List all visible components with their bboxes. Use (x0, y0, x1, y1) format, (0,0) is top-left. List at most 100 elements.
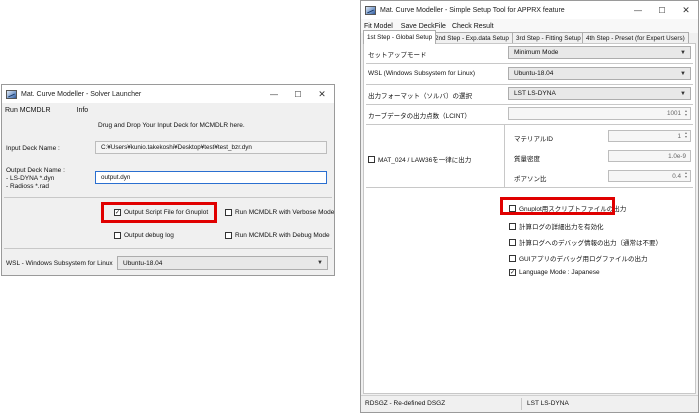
verbose-checkbox[interactable]: Run MCMDLR with Verbose Mode (225, 209, 334, 216)
divider (504, 124, 505, 187)
wsl-select[interactable]: Ubuntu-18.04 ▼ (117, 256, 328, 270)
poisson-value: 0.4 (672, 172, 681, 180)
menu-fit-model[interactable]: Fit Model (361, 23, 396, 30)
debug-mode-checkbox-label: Run MCMDLR with Debug Mode (235, 232, 330, 239)
output-deck-label: Output Deck Name : (6, 167, 65, 174)
menu-save-deckfile[interactable]: Save DeckFile (398, 23, 449, 30)
gnuplot-highlight (101, 202, 217, 223)
density-value: 1.0e-9 (668, 152, 686, 160)
solver-launcher-window: Mat. Curve Modeller - Solver Launcher — … (1, 84, 335, 276)
density-label: 質量密度 (514, 156, 540, 163)
tab-preset-expert[interactable]: 4th Step - Preset (for Expert Users) (582, 32, 689, 43)
spinner-arrows-icon[interactable]: ▲ ▼ (683, 108, 689, 119)
divider (366, 124, 693, 125)
language-checkbox-label: Language Mode : Japanese (519, 269, 600, 276)
debug-info-checkbox[interactable]: 計算ログへのデバッグ情報の出力（通常は不要） (509, 237, 662, 247)
material-id-label: マテリアルID (514, 136, 553, 143)
debug-log-checkbox[interactable]: Output debug log (114, 232, 174, 239)
language-checkbox[interactable]: ✓ Language Mode : Japanese (509, 269, 600, 276)
material-id-value: 1 (677, 132, 681, 140)
output-format-label: 出力フォーマット（ソルバ）の選択 (368, 93, 472, 100)
checkbox-box (114, 232, 121, 239)
checkbox-box (225, 232, 232, 239)
spinner-arrows-icon[interactable]: ▲ ▼ (683, 171, 689, 181)
chevron-down-icon: ▼ (680, 90, 686, 97)
output-deck-format-rad: - Radioss *.rad (6, 183, 49, 190)
menu-run-mcmdlr[interactable]: Run MCMDLR (2, 107, 54, 114)
divider (366, 104, 693, 105)
mat024-checkbox[interactable]: MAT_024 / LAW36を一律に出力 (368, 154, 471, 164)
status-bar: RDSGZ - Re-defined DSGZ LST LS-DYNA (361, 395, 698, 412)
lcint-value: 1001 (666, 110, 681, 117)
detail-log-checkbox-label: 計算ログの詳細出力を有効化 (519, 224, 604, 231)
spin-down-icon[interactable]: ▼ (684, 113, 687, 118)
maximize-icon[interactable]: ☐ (650, 1, 674, 19)
status-solver: LST LS-DYNA (527, 400, 569, 407)
debug-mode-checkbox[interactable]: Run MCMDLR with Debug Mode (225, 232, 330, 239)
spinner-arrows-icon[interactable]: ▲ ▼ (683, 131, 689, 141)
menu-check-result[interactable]: Check Result (449, 23, 497, 30)
debug-info-checkbox-label: 計算ログへのデバッグ情報の出力（通常は不要） (519, 240, 662, 247)
checkbox-box (509, 222, 516, 230)
checkbox-box (509, 254, 516, 262)
checkbox-box (509, 238, 516, 246)
minimize-icon[interactable]: — (626, 1, 650, 19)
poisson-spinner[interactable]: 0.4 ▲ ▼ (608, 170, 691, 182)
wsl-select-value: Ubuntu-18.04 (123, 259, 163, 267)
output-deck-field[interactable]: output.dyn (95, 171, 327, 184)
launcher-menubar: Run MCMDLR Info (2, 103, 334, 117)
gui-log-checkbox[interactable]: GUIアプリのデバッグ用ログファイルの出力 (509, 253, 648, 263)
launcher-titlebar[interactable]: Mat. Curve Modeller - Solver Launcher — … (2, 85, 334, 103)
gui-log-checkbox-label: GUIアプリのデバッグ用ログファイルの出力 (519, 256, 648, 263)
app-icon (6, 89, 17, 99)
menu-info[interactable]: Info (74, 107, 92, 114)
wsl-select[interactable]: Ubuntu-18.04 ▼ (508, 67, 691, 80)
global-setup-panel: セットアップモード Minimum Mode ▼ WSL (Windows Su… (363, 43, 696, 394)
verbose-checkbox-label: Run MCMDLR with Verbose Mode (235, 209, 335, 216)
density-field[interactable]: 1.0e-9 (608, 150, 691, 162)
minimize-icon[interactable]: — (262, 85, 286, 103)
divider (366, 187, 693, 188)
tab-fitting-setup[interactable]: 3rd Step - Fitting Setup (512, 32, 585, 43)
output-format-value: LST LS-DYNA (514, 90, 556, 97)
lcint-spinner[interactable]: 1001 ▲ ▼ (508, 107, 691, 120)
divider (521, 398, 522, 410)
setup-mode-select[interactable]: Minimum Mode ▼ (508, 46, 691, 59)
wsl-label: WSL (Windows Subsystem for Linux) (368, 70, 476, 77)
input-deck-label: Input Deck Name : (6, 145, 60, 152)
divider (4, 197, 332, 198)
wsl-select-value: Ubuntu-18.04 (514, 70, 554, 77)
divider (4, 248, 332, 249)
status-model: RDSGZ - Re-defined DSGZ (365, 400, 446, 407)
tab-exp-data-setup[interactable]: 2nd Step - Exp.data Setup (431, 32, 513, 43)
setup-mode-value: Minimum Mode (514, 49, 559, 56)
app-icon (365, 5, 376, 15)
setup-titlebar[interactable]: Mat. Curve Modeller - Simple Setup Tool … (361, 1, 698, 19)
poisson-label: ポアソン比 (514, 176, 547, 183)
input-deck-field[interactable]: C:¥Users¥kunio.takekoshi¥Desktop¥test¥te… (95, 141, 327, 154)
close-icon[interactable]: ✕ (310, 85, 334, 103)
material-id-spinner[interactable]: 1 ▲ ▼ (608, 130, 691, 142)
gnuplot-highlight (500, 197, 615, 215)
setup-tool-window: Mat. Curve Modeller - Simple Setup Tool … (360, 0, 699, 413)
maximize-icon[interactable]: ☐ (286, 85, 310, 103)
chevron-down-icon: ▼ (317, 260, 323, 266)
window-title: Mat. Curve Modeller - Simple Setup Tool … (380, 6, 565, 14)
drop-hint: Drug and Drop Your Input Deck for MCMDLR… (98, 122, 245, 129)
detail-log-checkbox[interactable]: 計算ログの詳細出力を有効化 (509, 221, 604, 231)
output-deck-format-dyn: - LS-DYNA *.dyn (6, 175, 55, 182)
divider (366, 84, 693, 85)
output-format-select[interactable]: LST LS-DYNA ▼ (508, 87, 691, 100)
checkbox-box (368, 155, 375, 163)
setup-mode-label: セットアップモード (368, 52, 427, 59)
close-icon[interactable]: ✕ (674, 1, 698, 19)
window-title: Mat. Curve Modeller - Solver Launcher (21, 90, 142, 98)
spin-down-icon[interactable]: ▼ (684, 175, 687, 180)
wsl-label: WSL - Windows Subsystem for Linux (6, 260, 113, 267)
check-icon: ✓ (509, 269, 516, 276)
debug-log-checkbox-label: Output debug log (124, 232, 174, 239)
chevron-down-icon: ▼ (680, 49, 686, 56)
spin-down-icon[interactable]: ▼ (684, 135, 687, 140)
chevron-down-icon: ▼ (680, 70, 686, 77)
tab-global-setup[interactable]: 1st Step - Global Setup (363, 30, 437, 44)
